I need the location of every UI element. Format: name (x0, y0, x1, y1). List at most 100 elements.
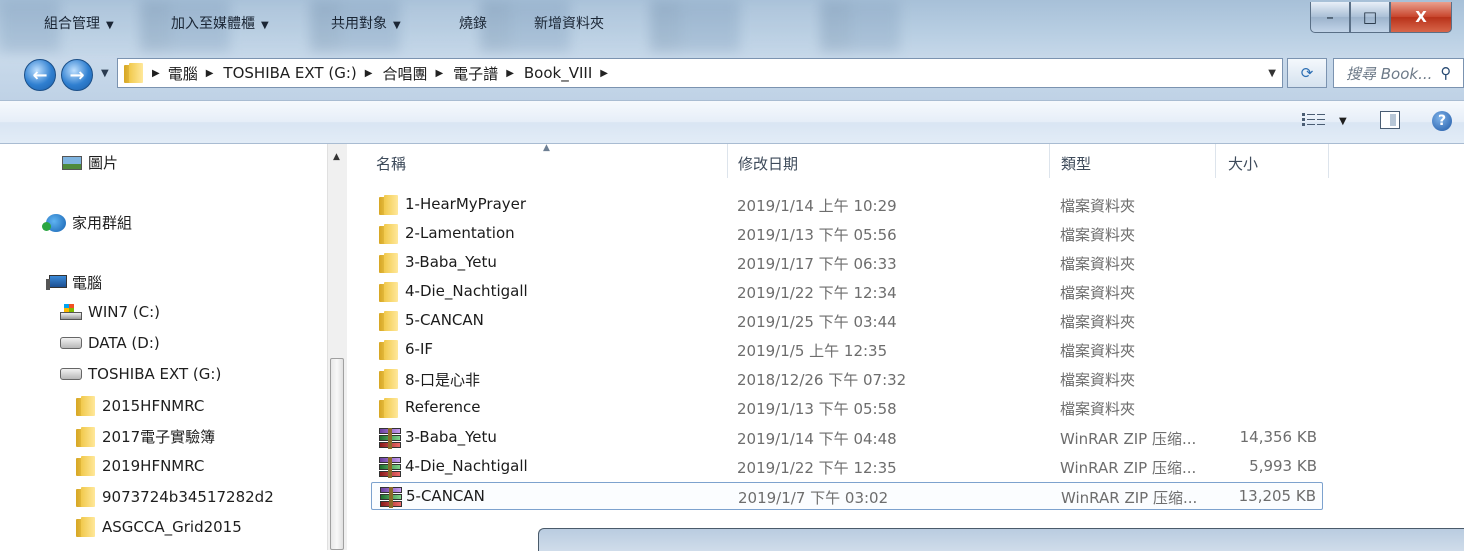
file-row[interactable]: 3-Baba_Yetu 2019/1/14 下午 04:48 WinRAR ZI… (371, 424, 1323, 452)
folder-icon (379, 282, 399, 302)
column-divider[interactable] (1328, 144, 1329, 178)
new-folder-button[interactable]: 新增資料夾 (534, 13, 604, 33)
file-row-selected[interactable]: 5-CANCAN 2019/1/7 下午 03:02 WinRAR ZIP 压缩… (371, 482, 1323, 510)
column-header-type[interactable]: 類型 (1061, 144, 1091, 182)
forward-arrow-icon: → (69, 64, 85, 86)
file-date: 2019/1/14 上午 10:29 (737, 197, 897, 215)
nav-item-folder[interactable]: ASGCCA_Grid2015 (76, 517, 242, 537)
file-name: 4-Die_Nachtigall (405, 457, 528, 475)
breadcrumb-item[interactable]: TOSHIBA EXT (G:) (223, 64, 356, 82)
nav-item-homegroup[interactable]: 家用群組 (42, 212, 132, 233)
breadcrumb-item[interactable]: Book_VIII (524, 64, 592, 82)
file-row[interactable]: Reference 2019/1/13 下午 05:58 檔案資料夾 (371, 394, 1323, 422)
chevron-right-icon[interactable]: ▶ (435, 68, 443, 79)
search-icon[interactable]: ⚲ (1440, 64, 1451, 82)
chevron-right-icon[interactable]: ▶ (206, 68, 214, 79)
burn-button[interactable]: 燒錄 (459, 13, 487, 33)
file-type: 檔案資料夾 (1060, 313, 1136, 331)
breadcrumb-item[interactable]: 電腦 (168, 63, 198, 84)
share-with-label: 共用對象 (331, 16, 387, 32)
file-type: 檔案資料夾 (1060, 342, 1136, 360)
column-divider[interactable] (1215, 144, 1216, 178)
folder-icon (124, 63, 144, 83)
winrar-icon (379, 428, 401, 450)
nav-item-folder[interactable]: 2017電子實驗簿 (76, 426, 215, 447)
file-date: 2019/1/14 下午 04:48 (737, 430, 897, 448)
scroll-up-icon[interactable]: ▲ (333, 152, 340, 162)
column-divider[interactable] (1049, 144, 1050, 178)
organize-menu[interactable]: 組合管理 ▼ (44, 13, 114, 33)
share-with-menu[interactable]: 共用對象 ▼ (331, 13, 401, 33)
window-controls: – □ X (1310, 2, 1452, 36)
chevron-right-icon[interactable]: ▶ (365, 68, 373, 79)
forward-button[interactable]: → (61, 59, 93, 91)
file-row[interactable]: 4-Die_Nachtigall 2019/1/22 下午 12:34 檔案資料… (371, 278, 1323, 306)
folder-icon (379, 311, 399, 331)
file-row[interactable]: 3-Baba_Yetu 2019/1/17 下午 06:33 檔案資料夾 (371, 249, 1323, 277)
file-type: WinRAR ZIP 压缩... (1061, 489, 1198, 507)
folder-icon (76, 396, 96, 416)
close-button[interactable]: X (1390, 2, 1452, 33)
file-row[interactable]: 6-IF 2019/1/5 上午 12:35 檔案資料夾 (371, 336, 1323, 364)
file-type: 檔案資料夾 (1060, 226, 1136, 244)
nav-label: 電腦 (72, 274, 103, 292)
change-view-icon[interactable] (1302, 112, 1328, 132)
nav-label: DATA (D:) (88, 334, 160, 352)
breadcrumb: 電腦 ▶ TOSHIBA EXT (G:) ▶ 合唱團 ▶ 電子譜 ▶ Book_VII… (168, 63, 618, 84)
chevron-down-icon: ▼ (106, 20, 114, 31)
column-header-size[interactable]: 大小 (1228, 144, 1258, 182)
nav-scrollbar[interactable]: ▲ (327, 144, 347, 550)
file-row[interactable]: 1-HearMyPrayer 2019/1/14 上午 10:29 檔案資料夾 (371, 191, 1323, 219)
nav-item-folder[interactable]: 9073724b34517282d2 (76, 487, 274, 507)
scrollbar-thumb[interactable] (330, 358, 344, 550)
folder-icon (76, 487, 96, 507)
view-options-dropdown[interactable]: ▼ (1339, 116, 1347, 127)
file-row[interactable]: 5-CANCAN 2019/1/25 下午 03:44 檔案資料夾 (371, 307, 1323, 335)
chevron-right-icon[interactable]: ▶ (600, 68, 608, 79)
file-row[interactable]: 8-口是心非 2018/12/26 下午 07:32 檔案資料夾 (371, 365, 1323, 393)
recent-pages-dropdown[interactable]: ▼ (101, 68, 109, 79)
file-name: 2-Lamentation (405, 224, 515, 242)
preview-pane-icon[interactable] (1380, 111, 1400, 129)
file-row[interactable]: 4-Die_Nachtigall 2019/1/22 下午 12:35 WinR… (371, 453, 1323, 481)
add-to-library-menu[interactable]: 加入至媒體櫃 ▼ (171, 13, 269, 33)
back-button[interactable]: ← (24, 59, 56, 91)
nav-item-drive-c[interactable]: WIN7 (C:) (60, 303, 160, 321)
breadcrumb-item[interactable]: 合唱團 (382, 63, 427, 84)
chevron-down-icon: ▼ (261, 20, 269, 31)
back-arrow-icon: ← (32, 64, 48, 86)
minimize-button[interactable]: – (1310, 2, 1350, 33)
column-header-name[interactable]: 名稱 (376, 144, 406, 182)
folder-icon (379, 195, 399, 215)
breadcrumb-item[interactable]: 電子譜 (453, 63, 498, 84)
nav-label: WIN7 (C:) (88, 303, 161, 321)
nav-item-pictures[interactable]: 圖片 (62, 152, 118, 173)
chevron-right-icon[interactable]: ▶ (152, 68, 160, 79)
file-type: 檔案資料夾 (1060, 255, 1136, 273)
address-bar[interactable]: ▶ 電腦 ▶ TOSHIBA EXT (G:) ▶ 合唱團 ▶ 電子譜 ▶ Book_V… (117, 58, 1283, 88)
refresh-icon: ⟳ (1300, 64, 1314, 82)
organize-label: 組合管理 (44, 16, 100, 32)
folder-icon (379, 398, 399, 418)
file-type: 檔案資料夾 (1060, 284, 1136, 302)
chevron-right-icon[interactable]: ▶ (506, 68, 514, 79)
help-icon[interactable]: ? (1432, 111, 1452, 131)
nav-item-folder[interactable]: 2019HFNMRC (76, 456, 204, 476)
file-date: 2019/1/22 下午 12:34 (737, 284, 897, 302)
column-divider[interactable] (727, 144, 728, 178)
file-row[interactable]: 2-Lamentation 2019/1/13 下午 05:56 檔案資料夾 (371, 220, 1323, 248)
address-dropdown-icon[interactable]: ▼ (1268, 68, 1276, 79)
file-name: Reference (405, 398, 481, 416)
nav-item-drive-d[interactable]: DATA (D:) (60, 334, 160, 352)
file-size: 14,356 KB (1239, 428, 1317, 446)
refresh-button[interactable]: ⟳ (1287, 58, 1327, 88)
maximize-button[interactable]: □ (1350, 2, 1390, 33)
search-input[interactable]: 搜尋 Book... ⚲ (1333, 58, 1464, 88)
nav-item-computer[interactable]: 電腦 (46, 272, 102, 293)
file-name: 5-CANCAN (406, 487, 485, 505)
file-name: 3-Baba_Yetu (405, 428, 497, 446)
nav-item-folder[interactable]: 2015HFNMRC (76, 396, 204, 416)
file-name: 5-CANCAN (405, 311, 484, 329)
nav-item-drive-g[interactable]: TOSHIBA EXT (G:) (60, 365, 221, 383)
column-header-date[interactable]: 修改日期 (738, 144, 798, 182)
